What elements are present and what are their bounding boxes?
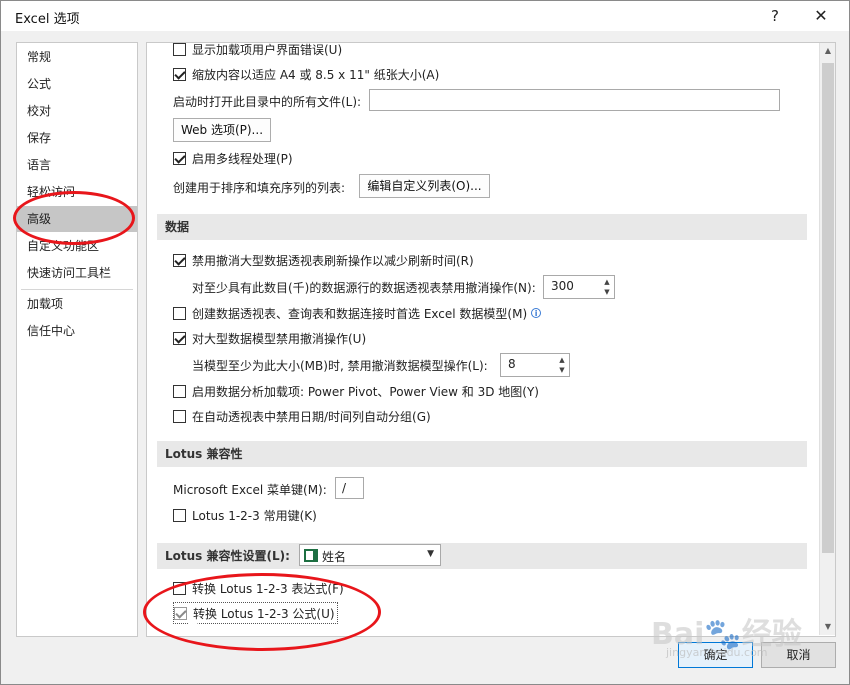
- nav-divider: [21, 289, 133, 290]
- nav-item-trust-center[interactable]: 信任中心: [17, 318, 137, 344]
- enable-data-analysis-addins-option[interactable]: 启用数据分析加载项: Power Pivot、Power View 和 3D 地…: [173, 380, 539, 402]
- edit-custom-lists-button[interactable]: 编辑自定义列表(O)...: [359, 174, 490, 198]
- scroll-down-icon[interactable]: ▼: [820, 619, 836, 635]
- model-size-label: 当模型至少为此大小(MB)时, 禁用撤消数据模型操作(L):: [192, 358, 488, 373]
- chevron-down-icon[interactable]: ▼: [427, 549, 434, 559]
- custom-list-label: 创建用于排序和填充序列的列表:: [173, 180, 346, 195]
- menu-key-label: Microsoft Excel 菜单键(M):: [173, 482, 327, 497]
- category-nav: 常规 公式 校对 保存 语言 轻松访问 高级 自定义功能区 快速访问工具栏 加载…: [16, 42, 138, 637]
- disable-auto-grouping-option[interactable]: 在自动透视表中禁用日期/时间列自动分组(G): [173, 405, 431, 427]
- checkbox[interactable]: [173, 384, 186, 398]
- worksheet-icon: [304, 549, 318, 562]
- checkbox-checked[interactable]: [173, 151, 186, 165]
- help-button[interactable]: ?: [761, 5, 789, 27]
- data-section-header: 数据: [157, 214, 807, 240]
- title-bar: Excel 选项 ? ✕: [1, 1, 849, 31]
- excel-options-dialog: Excel 选项 ? ✕ 常规 公式 校对 保存 语言 轻松访问 高级 自定义功…: [0, 0, 850, 685]
- spinner-arrows-icon[interactable]: ▲ ▼: [557, 355, 567, 375]
- pivot-rows-label: 对至少具有此数目(千)的数据源行的数据透视表禁用撤消操作(N):: [192, 280, 536, 295]
- show-addin-errors-option[interactable]: 显示加载项用户界面错误(U): [173, 43, 342, 60]
- checkbox[interactable]: [173, 306, 186, 320]
- checkbox-checked[interactable]: [173, 67, 186, 81]
- checkbox-checked[interactable]: [173, 253, 186, 267]
- checkbox-checked[interactable]: [173, 331, 186, 345]
- close-button[interactable]: ✕: [805, 4, 837, 28]
- prefer-data-model-option[interactable]: 创建数据透视表、查询表和数据连接时首选 Excel 数据模型(M) i: [173, 302, 542, 324]
- menu-key-input[interactable]: /: [335, 477, 364, 499]
- lotus-nav-keys-option[interactable]: Lotus 1-2-3 常用键(K): [173, 504, 317, 526]
- lotus-compat-header: Lotus 兼容性: [157, 441, 807, 467]
- web-options-button[interactable]: Web 选项(P)...: [173, 118, 271, 142]
- watermark-url: jingyan.baidu.com: [666, 646, 768, 659]
- nav-item-addins[interactable]: 加载项: [17, 291, 137, 317]
- info-icon[interactable]: i: [531, 308, 542, 318]
- startup-folder-label: 启动时打开此目录中的所有文件(L):: [173, 94, 362, 109]
- pivot-rows-spinner[interactable]: 300 ▲ ▼: [543, 275, 615, 299]
- scroll-up-icon[interactable]: ▲: [820, 43, 836, 59]
- lotus-sheet-dropdown[interactable]: 姓名 ▼: [299, 544, 441, 566]
- vertical-scrollbar[interactable]: ▲ ▼: [819, 43, 835, 635]
- scale-a4-option[interactable]: 缩放内容以适应 A4 或 8.5 x 11" 纸张大小(A): [173, 63, 439, 85]
- model-size-spinner[interactable]: 8 ▲ ▼: [500, 353, 570, 377]
- advanced-options-panel: 显示加载项用户界面错误(U) 缩放内容以适应 A4 或 8.5 x 11" 纸张…: [146, 42, 836, 637]
- nav-item-general[interactable]: 常规: [17, 44, 137, 70]
- nav-item-save[interactable]: 保存: [17, 125, 137, 151]
- disable-undo-model-option[interactable]: 对大型数据模型禁用撤消操作(U): [173, 327, 366, 349]
- nav-item-formulas[interactable]: 公式: [17, 71, 137, 97]
- nav-item-language[interactable]: 语言: [17, 152, 137, 178]
- checkbox[interactable]: [173, 43, 186, 56]
- lotus-settings-header: Lotus 兼容性设置(L):: [157, 543, 807, 569]
- nav-item-proofing[interactable]: 校对: [17, 98, 137, 124]
- window-title: Excel 选项: [15, 12, 80, 27]
- checkbox[interactable]: [173, 409, 186, 423]
- annotation-circle-formula: [143, 573, 381, 651]
- nav-item-quick-access-toolbar[interactable]: 快速访问工具栏: [17, 260, 137, 286]
- multithread-option[interactable]: 启用多线程处理(P): [173, 147, 293, 169]
- scroll-thumb[interactable]: [822, 63, 834, 553]
- startup-folder-input[interactable]: [369, 89, 780, 111]
- spinner-arrows-icon[interactable]: ▲ ▼: [602, 277, 612, 297]
- checkbox[interactable]: [173, 508, 186, 522]
- disable-undo-pivot-option[interactable]: 禁用撤消大型数据透视表刷新操作以减少刷新时间(R): [173, 249, 474, 271]
- annotation-circle-advanced: [13, 191, 135, 245]
